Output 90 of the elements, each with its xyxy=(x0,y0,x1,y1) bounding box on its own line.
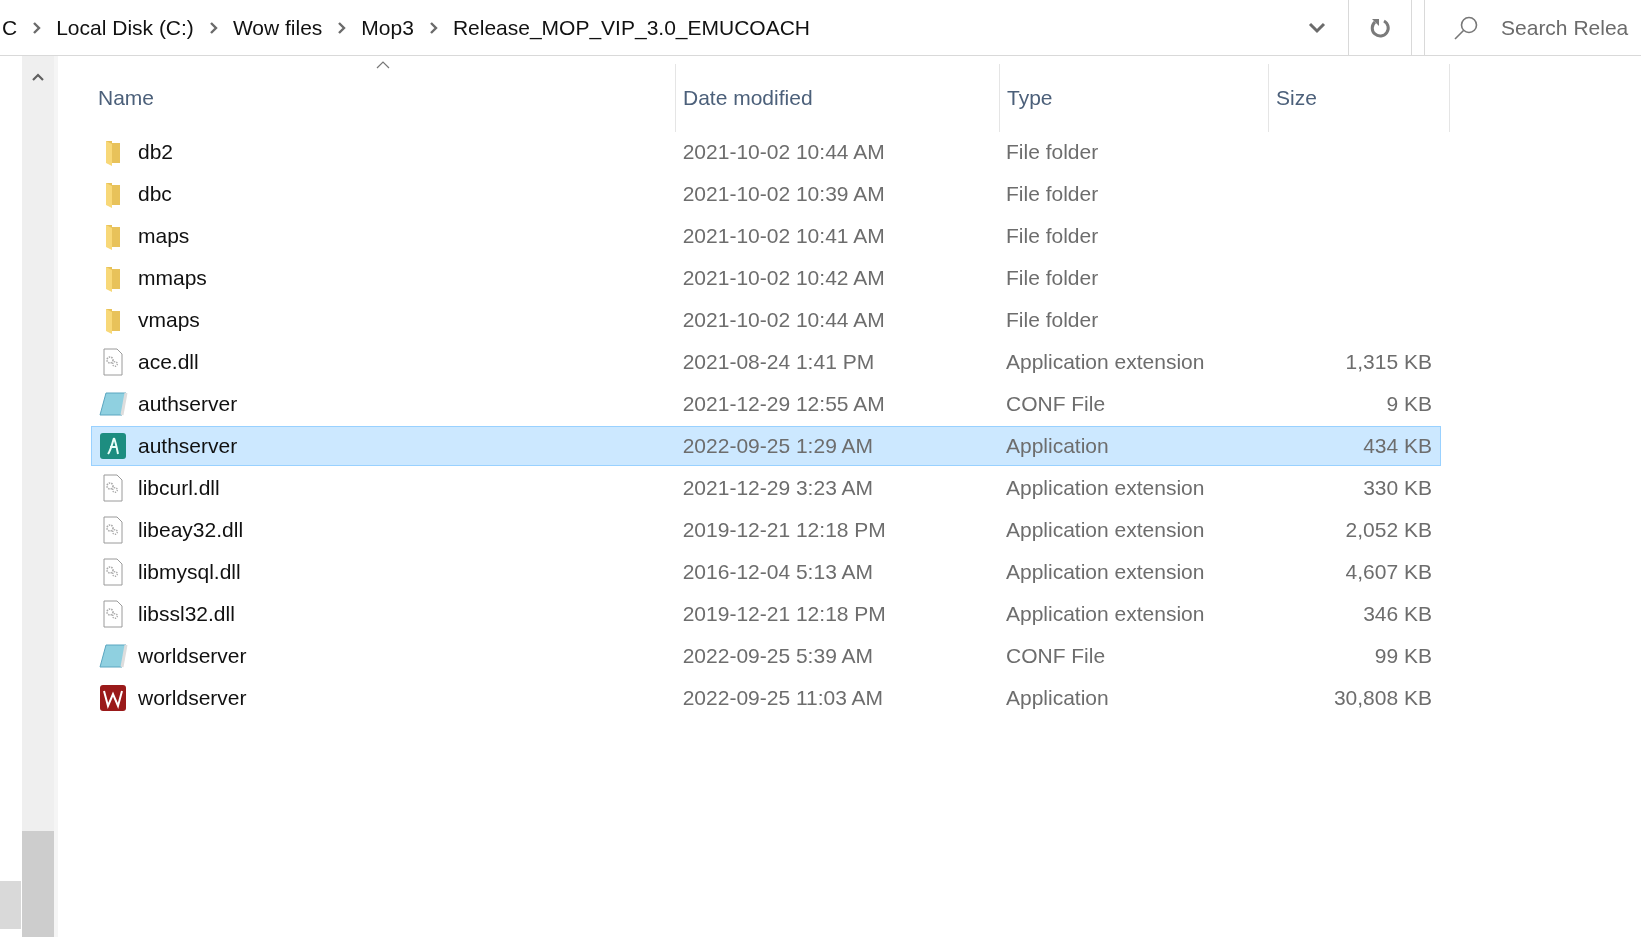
chevron-right-icon xyxy=(208,20,219,35)
notepad-icon xyxy=(98,390,128,418)
file-type: File folder xyxy=(1005,182,1099,206)
breadcrumb-item[interactable]: Local Disk (C:) xyxy=(56,15,203,40)
file-row[interactable]: db2 2021-10-02 10:44 AM File folder xyxy=(91,132,1441,172)
date-modified: 2021-10-02 10:44 AM xyxy=(682,140,885,164)
file-name: worldserver xyxy=(138,686,247,710)
file-type: CONF File xyxy=(1005,644,1106,668)
breadcrumb-item[interactable]: C xyxy=(2,15,27,40)
chevron-down-icon xyxy=(1307,21,1326,34)
file-type: CONF File xyxy=(1005,392,1106,416)
file-type: Application extension xyxy=(1005,602,1205,626)
file-row[interactable]: worldserver 2022-09-25 11:03 AM Application 30,808 KB xyxy=(91,678,1441,718)
date-modified: 2021-10-02 10:44 AM xyxy=(682,308,885,332)
breadcrumb-item[interactable]: Mop3 xyxy=(361,15,423,40)
scrollbar-track[interactable] xyxy=(22,56,58,937)
file-name: libeay32.dll xyxy=(138,518,244,542)
file-size: 1,315 KB xyxy=(1345,350,1432,374)
file-row[interactable]: dbc 2021-10-02 10:39 AM File folder xyxy=(91,174,1441,214)
column-header[interactable]: Size xyxy=(1269,64,1450,132)
breadcrumb-item[interactable]: Release_MOP_VIP_3.0_EMUCOACH xyxy=(452,15,820,40)
file-size: 99 KB xyxy=(1374,644,1432,668)
file-name: authserver xyxy=(138,392,238,416)
file-size: 9 KB xyxy=(1386,392,1432,416)
date-modified: 2019-12-21 12:18 PM xyxy=(682,602,886,626)
file-name: authserver xyxy=(138,434,238,458)
date-modified: 2021-12-29 12:55 AM xyxy=(682,392,885,416)
file-type: Application extension xyxy=(1005,350,1205,374)
file-row[interactable]: authserver 2022-09-25 1:29 AM Application 434 KB xyxy=(91,426,1441,466)
file-size: 330 KB xyxy=(1363,476,1432,500)
breadcrumb-item[interactable]: Wow files xyxy=(232,15,332,40)
file-size: 346 KB xyxy=(1363,602,1432,626)
file-type: Application extension xyxy=(1005,518,1205,542)
file-name: mmaps xyxy=(138,266,207,290)
file-type: Application xyxy=(1005,686,1109,710)
scrollbar-fragment xyxy=(0,881,21,929)
file-name: ace.dll xyxy=(138,350,199,374)
chevron-right-icon xyxy=(428,20,439,35)
file-row[interactable]: mmaps 2021-10-02 10:42 AM File folder xyxy=(91,258,1441,298)
column-header[interactable]: Date modified xyxy=(676,64,1000,132)
notepad-icon xyxy=(98,642,128,670)
file-row[interactable]: ace.dll 2021-08-24 1:41 PM Application extension 1,315 KB xyxy=(91,342,1441,382)
file-row[interactable]: libcurl.dll 2021-12-29 3:23 AM Application extension 330 KB xyxy=(91,468,1441,508)
file-name: libssl32.dll xyxy=(138,602,235,626)
file-type: File folder xyxy=(1005,224,1099,248)
file-row[interactable]: libmysql.dll 2016-12-04 5:13 AM Application extension 4,607 KB xyxy=(91,552,1441,592)
date-modified: 2021-10-02 10:42 AM xyxy=(682,266,885,290)
chevron-right-icon xyxy=(337,20,348,35)
file-type: File folder xyxy=(1005,266,1099,290)
date-modified: 2016-12-04 5:13 AM xyxy=(682,560,873,584)
file-type: Application xyxy=(1005,434,1109,458)
file-row[interactable]: libssl32.dll 2019-12-21 12:18 PM Application extension 346 KB xyxy=(91,594,1441,634)
file-name: libcurl.dll xyxy=(138,476,220,500)
file-size: 30,808 KB xyxy=(1333,686,1432,710)
file-type: Application extension xyxy=(1005,560,1205,584)
scrollbar-thumb[interactable] xyxy=(22,831,54,937)
file-type: File folder xyxy=(1005,308,1099,332)
search-field[interactable]: Search Relea xyxy=(1501,15,1641,40)
date-modified: 2021-08-24 1:41 PM xyxy=(682,350,875,374)
date-modified: 2021-12-29 3:23 AM xyxy=(682,476,873,500)
date-modified: 2021-10-02 10:41 AM xyxy=(682,224,885,248)
chevron-right-icon xyxy=(32,20,43,35)
file-name: worldserver xyxy=(138,644,247,668)
date-modified: 2021-10-02 10:39 AM xyxy=(682,182,885,206)
file-row[interactable]: maps 2021-10-02 10:41 AM File folder xyxy=(91,216,1441,256)
file-size: 2,052 KB xyxy=(1345,518,1432,542)
file-row[interactable]: authserver 2021-12-29 12:55 AM CONF File 9 KB xyxy=(91,384,1441,424)
file-name: libmysql.dll xyxy=(138,560,241,584)
file-row[interactable]: worldserver 2022-09-25 5:39 AM CONF File 99 KB xyxy=(91,636,1441,676)
file-name: db2 xyxy=(138,140,174,164)
letter-w-app-icon xyxy=(98,684,128,712)
search-icon xyxy=(1453,14,1479,41)
column-header[interactable]: Type xyxy=(1000,64,1269,132)
scroll-up-icon[interactable] xyxy=(31,72,45,82)
file-type: File folder xyxy=(1005,140,1099,164)
date-modified: 2022-09-25 1:29 AM xyxy=(682,434,873,458)
date-modified: 2022-09-25 11:03 AM xyxy=(682,686,884,710)
file-row[interactable]: libeay32.dll 2019-12-21 12:18 PM Application extension 2,052 KB xyxy=(91,510,1441,550)
letter-a-app-icon xyxy=(98,432,128,460)
file-size: 434 KB xyxy=(1363,434,1432,458)
file-name: dbc xyxy=(138,182,172,206)
column-header[interactable]: Name xyxy=(91,64,676,132)
date-modified: 2019-12-21 12:18 PM xyxy=(682,518,886,542)
file-name: vmaps xyxy=(138,308,200,332)
file-type: Application extension xyxy=(1005,476,1205,500)
file-size: 4,607 KB xyxy=(1345,560,1432,584)
file-name: maps xyxy=(138,224,190,248)
file-row[interactable]: vmaps 2021-10-02 10:44 AM File folder xyxy=(91,300,1441,340)
date-modified: 2022-09-25 5:39 AM xyxy=(682,644,873,668)
sort-caret-icon xyxy=(376,61,390,69)
